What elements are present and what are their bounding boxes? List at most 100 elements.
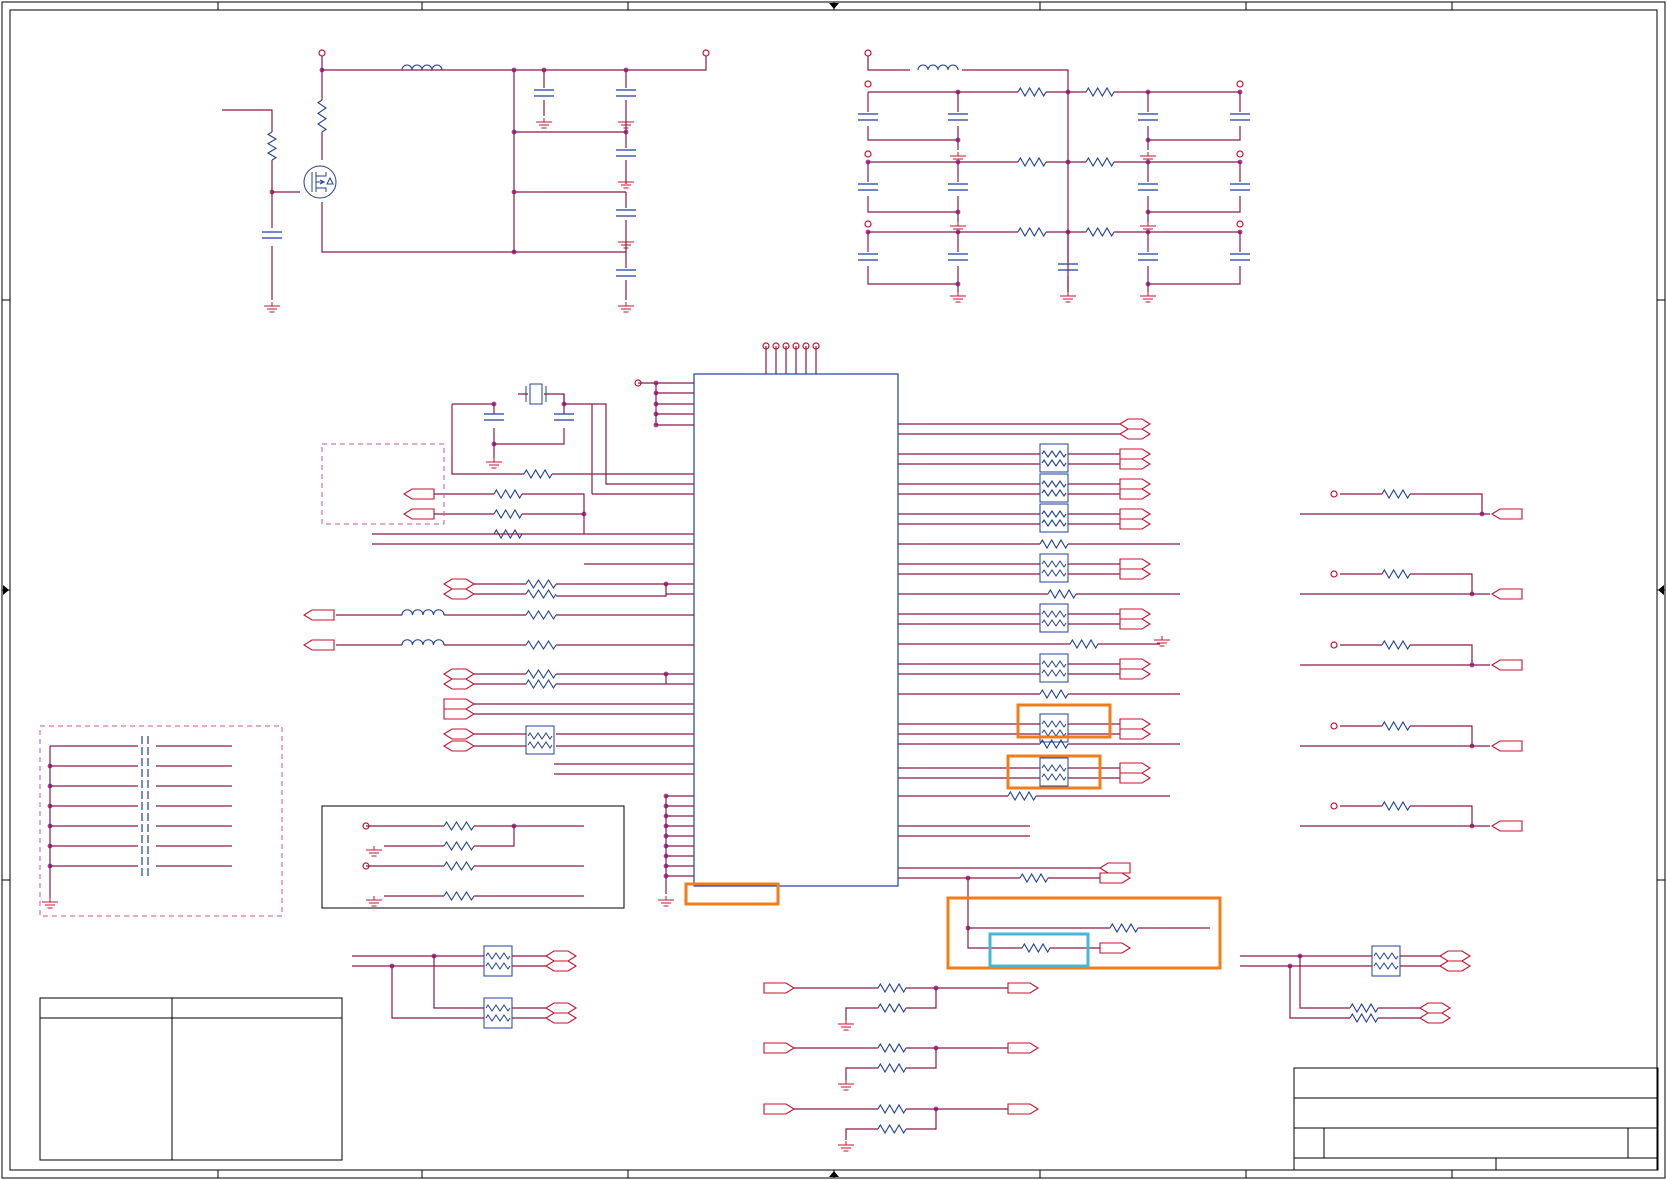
offpage-connector [763,1042,796,1054]
offpage-connector [1119,772,1152,784]
highlight-orange-2 [1006,754,1102,790]
capacitor [484,413,504,421]
offpage-connector [442,678,476,690]
resistor [525,609,557,621]
resistor-network [1039,553,1069,583]
power-terminal [1330,641,1338,649]
resistor-network-element [1041,720,1067,728]
capacitor [554,413,574,421]
resistor-network-element [527,732,553,740]
resistor [525,668,557,680]
resistor [1085,86,1115,98]
resistor-network-element [1041,660,1067,668]
resistor [443,890,475,902]
resistor-network [1039,443,1069,473]
resistor-network-element [1041,729,1067,737]
capacitor [858,183,878,191]
offpage-connector [1007,1042,1040,1054]
offpage-connector [1099,942,1132,954]
resistor [1039,538,1069,550]
resistor-network [483,945,513,977]
resistor-network [1039,503,1069,533]
offpage-connector [763,1103,796,1115]
highlight-orange-1 [1016,703,1112,739]
offpage-connector [1119,448,1152,460]
capacitor [1230,113,1250,121]
resistor [525,588,557,600]
resistor-network [1039,503,1069,533]
highlight-orange-3 [684,882,780,906]
power-terminal [864,220,872,228]
resistor [1039,738,1069,750]
resistor-network-element [1373,952,1399,960]
resistor [525,639,557,651]
resistor-network-element [1041,560,1067,568]
resistor-network-element [485,952,511,960]
resistor-network [1039,473,1069,503]
power-terminal [1236,150,1244,158]
offpage-connector [544,1012,578,1024]
ground-symbol [365,895,383,907]
resistor [1069,638,1099,650]
resistor-network [525,725,555,755]
offpage-connector [442,740,476,752]
inductor [401,64,443,71]
power-terminal [1330,802,1338,810]
ground-symbol [617,301,635,313]
offpage-connector [1118,428,1152,440]
resistor [1349,1012,1379,1024]
resistor [877,982,907,994]
offpage-connector [1007,982,1040,994]
boxed-subcircuit [321,805,625,909]
offpage-connector [1119,762,1152,774]
power-terminal [1330,722,1338,730]
capacitor [262,231,282,239]
schematic-canvas [0,0,1667,1180]
resistor [1085,156,1115,168]
resistor [877,1123,907,1135]
capacitor [1138,183,1158,191]
offpage-connector [1438,960,1472,972]
resistor-network-element [1041,610,1067,618]
resistor [525,578,557,590]
ground-symbol [1059,291,1077,303]
power-terminal [864,80,872,88]
resistor [877,1062,907,1074]
resistor-network-element [1041,480,1067,488]
offpage-connector [1119,518,1152,530]
capacitor [616,269,636,277]
resistor [1109,922,1139,934]
offpage-connector [1118,418,1152,430]
resistor-network [483,997,513,1029]
resistor [1047,588,1077,600]
title-block [1293,1067,1659,1171]
offpage-connector [442,728,476,740]
offpage-connector [1007,1103,1040,1115]
offpage-connector [1418,1012,1452,1024]
resistor [523,468,553,480]
offpage-connector [1099,872,1132,884]
mosfet [303,165,337,199]
resistor-network-element [1041,450,1067,458]
offpage-connector [1438,950,1472,962]
offpage-connector [1418,1002,1452,1014]
offpage-connector [302,609,335,621]
drawing-frame [1,1,1666,1179]
offpage-connector [1119,558,1152,570]
resistor [443,840,475,852]
inductor [401,609,445,616]
offpage-connector [1098,862,1131,874]
capacitor [1230,253,1250,261]
resistor [317,99,327,133]
offpage-connector [1119,458,1152,470]
resistor-network-element [1041,764,1067,772]
capacitor [948,113,968,121]
resistor [1349,1002,1379,1014]
main-ic [693,373,899,887]
offpage-connector [1119,608,1152,620]
resistor [443,860,475,872]
ground-symbol [949,291,967,303]
resistor-network [1039,653,1069,683]
resistor-network-element [1373,962,1399,970]
resistor-network-element [485,962,511,970]
